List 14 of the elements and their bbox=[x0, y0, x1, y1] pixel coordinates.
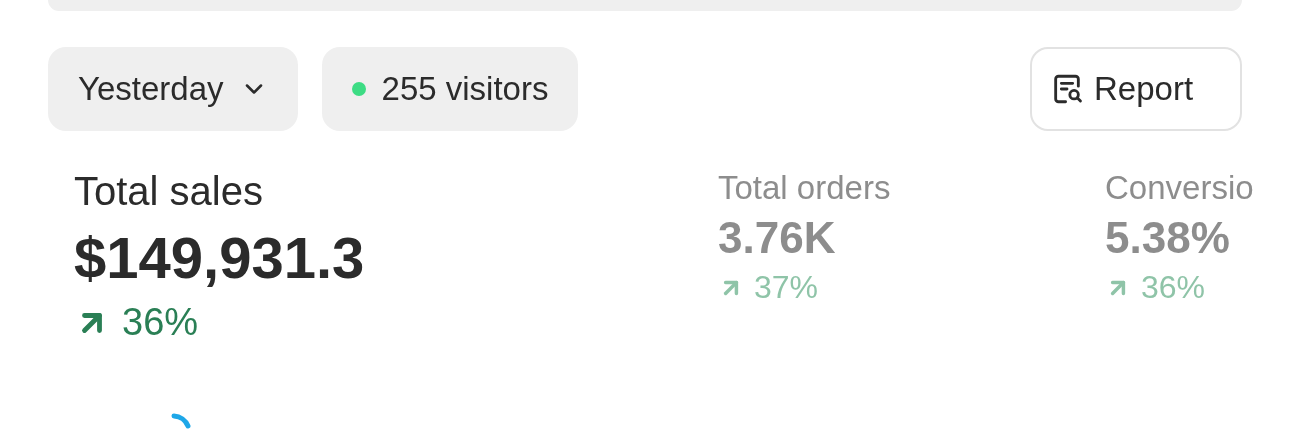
metric-value: $149,931.3 bbox=[74, 224, 365, 291]
metric-change: 36% bbox=[122, 301, 199, 344]
metric-value: 5.38% bbox=[1105, 213, 1230, 263]
live-dot-icon bbox=[351, 82, 366, 96]
metric-label: Conversio bbox=[1105, 169, 1254, 207]
metric-change: 36% bbox=[1141, 269, 1206, 306]
report-button[interactable]: Report bbox=[1030, 47, 1242, 131]
visitors-chip[interactable]: 255 visitors bbox=[321, 47, 579, 131]
metric-change: 37% bbox=[754, 269, 819, 306]
period-dropdown[interactable]: Yesterday bbox=[48, 47, 298, 131]
metric-value: 3.76K bbox=[718, 213, 836, 263]
metric-label: Total orders bbox=[718, 169, 891, 207]
metric-card[interactable]: Total sales $149,931.3 36% bbox=[74, 169, 718, 344]
metric-label: Total sales bbox=[74, 169, 263, 214]
